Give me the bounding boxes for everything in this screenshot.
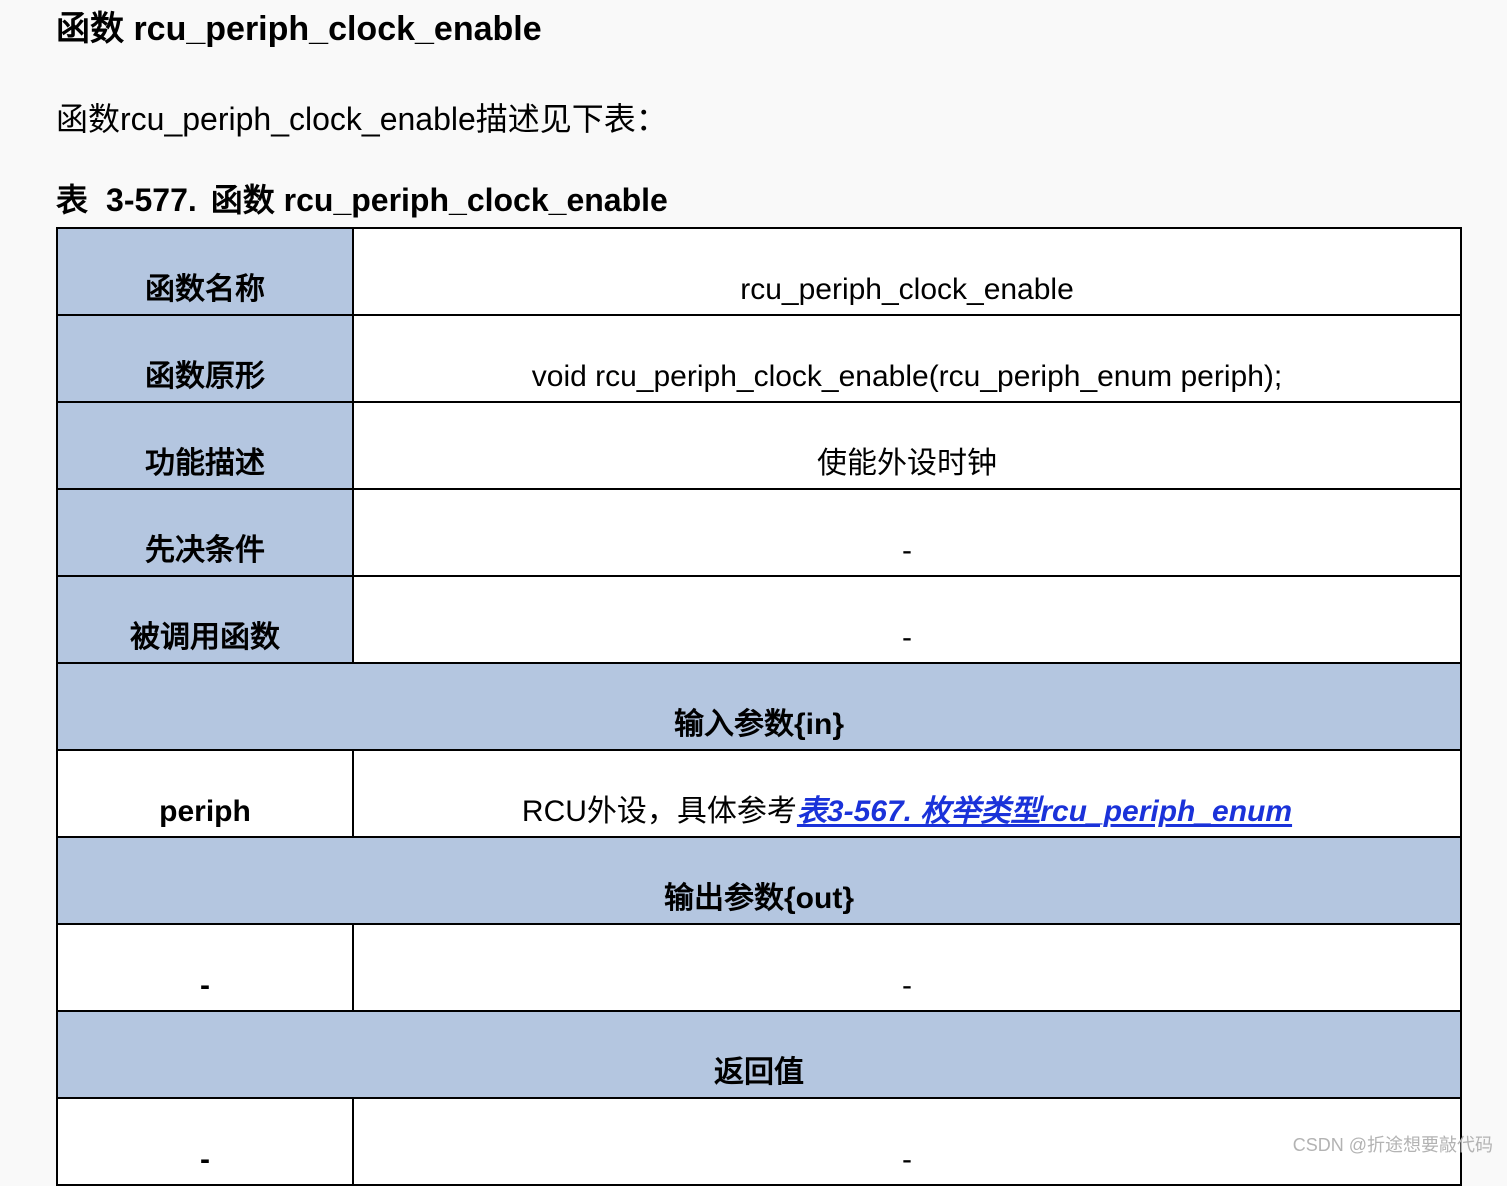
- row-label-called-functions: 被调用函数: [56, 575, 354, 664]
- intro-text: 函数rcu_periph_clock_enable描述见下表：: [56, 101, 668, 137]
- table-row: periph RCU外设，具体参考表3-567. 枚举类型rcu_periph_…: [56, 749, 1462, 838]
- row-label-function-name: 函数名称: [56, 227, 354, 316]
- table-row: 功能描述 使能外设时钟: [56, 401, 1462, 490]
- caption-title: 函数 rcu_periph_clock_enable: [210, 182, 668, 218]
- table-caption: 表 3-577. 函数 rcu_periph_clock_enable: [56, 178, 668, 222]
- watermark: CSDN @折途想要敲代码: [1292, 1135, 1493, 1155]
- section-heading: 函数 rcu_periph_clock_enable: [56, 10, 542, 48]
- row-label-prototype: 函数原形: [56, 314, 354, 403]
- output-params-header: 输出参数{out}: [56, 836, 1462, 925]
- return-value-header: 返回值: [56, 1010, 1462, 1099]
- function-spec-table: 函数名称 rcu_periph_clock_enable 函数原形 void r…: [56, 227, 1462, 1186]
- input-param-desc: RCU外设，具体参考表3-567. 枚举类型rcu_periph_enum: [352, 749, 1462, 838]
- table-row: 返回值: [56, 1010, 1462, 1099]
- output-param-desc: -: [352, 923, 1462, 1012]
- table-row: 输入参数{in}: [56, 662, 1462, 751]
- table-row: - -: [56, 923, 1462, 1012]
- input-param-desc-text: RCU外设，具体参考: [521, 795, 797, 828]
- row-label-description: 功能描述: [56, 401, 354, 490]
- row-value-precondition: -: [352, 488, 1462, 577]
- row-value-prototype: void rcu_periph_clock_enable(rcu_periph_…: [352, 314, 1462, 403]
- output-param-name: -: [56, 923, 354, 1012]
- table-row: 函数名称 rcu_periph_clock_enable: [56, 227, 1462, 316]
- table-row: 函数原形 void rcu_periph_clock_enable(rcu_pe…: [56, 314, 1462, 403]
- row-value-function-name: rcu_periph_clock_enable: [352, 227, 1462, 316]
- table-row: 先决条件 -: [56, 488, 1462, 577]
- input-params-header: 输入参数{in}: [56, 662, 1462, 751]
- table-row: - -: [56, 1097, 1462, 1186]
- caption-number: 3-577.: [106, 182, 197, 218]
- caption-prefix: 表: [56, 182, 89, 218]
- row-label-precondition: 先决条件: [56, 488, 354, 577]
- table-row: 被调用函数 -: [56, 575, 1462, 664]
- table-row: 输出参数{out}: [56, 836, 1462, 925]
- input-param-name: periph: [56, 749, 354, 838]
- row-value-called-functions: -: [352, 575, 1462, 664]
- row-value-description: 使能外设时钟: [352, 401, 1462, 490]
- enum-table-link[interactable]: 表3-567. 枚举类型rcu_periph_enum: [797, 795, 1292, 828]
- return-value-name: -: [56, 1097, 354, 1186]
